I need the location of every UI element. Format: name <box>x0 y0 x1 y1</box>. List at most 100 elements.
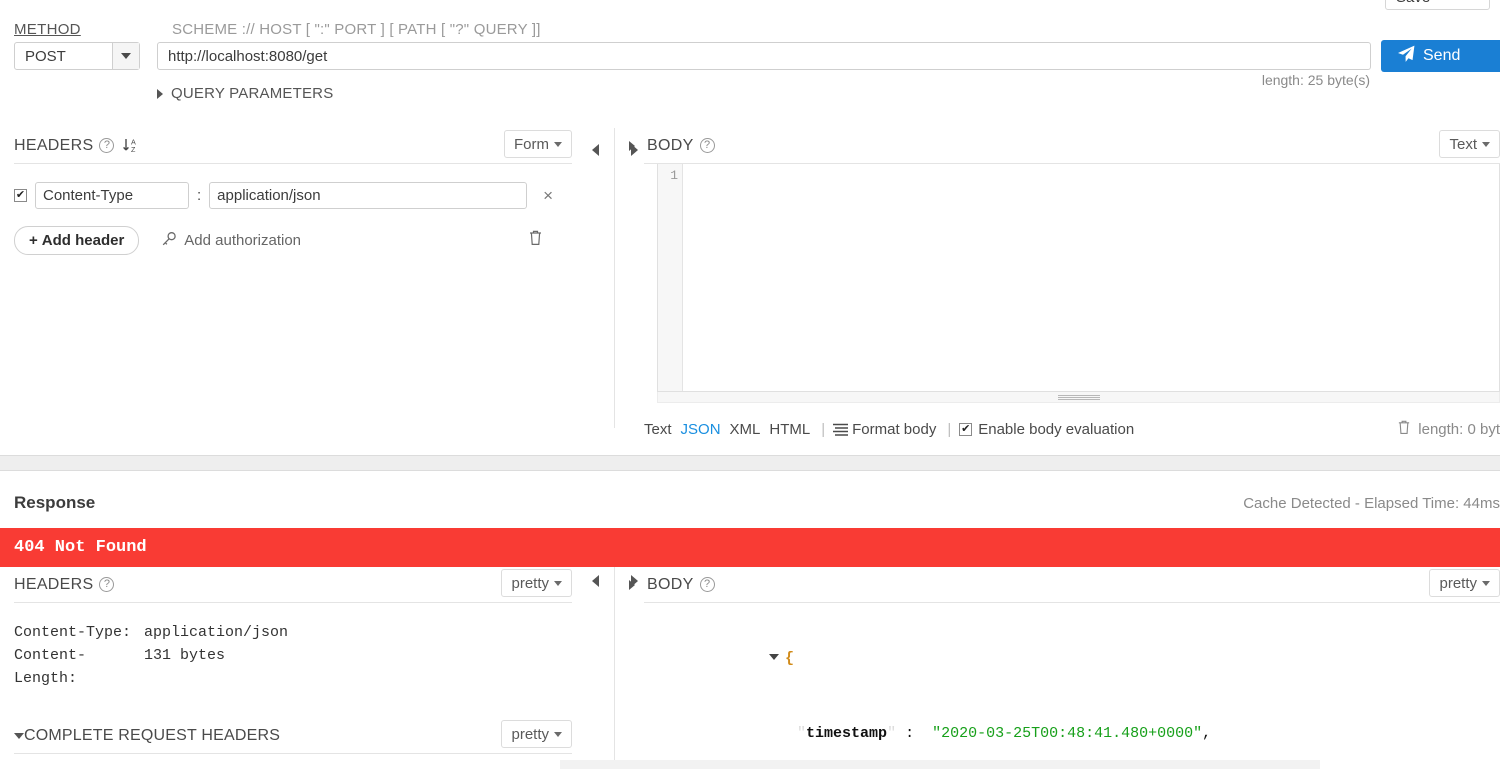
header-key-input[interactable] <box>35 182 189 209</box>
enable-body-evaluation-label: Enable body evaluation <box>978 420 1135 438</box>
request-panels: HEADERS ? A Z Form ✔ : <box>0 128 1500 453</box>
json-open-brace: { <box>785 650 795 667</box>
method-label: METHOD <box>14 21 81 38</box>
save-request-label: Save <box>1396 0 1430 6</box>
collapse-node-icon[interactable] <box>769 654 780 660</box>
request-body-title: BODY <box>647 136 694 154</box>
plus-icon: + <box>29 232 38 249</box>
request-body-editor[interactable]: 1 <box>657 164 1500 392</box>
trash-icon[interactable] <box>528 229 543 251</box>
request-vertical-divider <box>614 128 615 428</box>
request-panel-splitter <box>586 136 644 164</box>
collapse-left-icon[interactable] <box>592 575 599 587</box>
save-request-button[interactable]: Save <box>1385 0 1490 10</box>
json-value: "2020-03-25T00:48:41.480+0000" <box>932 725 1203 742</box>
complete-request-headers-view-mode[interactable]: pretty <box>501 720 572 748</box>
body-format-tab-json[interactable]: JSON <box>681 421 721 438</box>
response-header-value: application/json <box>144 624 289 641</box>
editor-text-area[interactable] <box>683 164 1499 391</box>
remove-header-button[interactable]: × <box>543 186 553 206</box>
response-panel-splitter <box>586 575 644 587</box>
query-parameters-label: QUERY PARAMETERS <box>171 85 334 102</box>
response-headers-view-mode[interactable]: pretty <box>501 569 572 597</box>
grip-icon <box>1057 394 1100 400</box>
triangle-right-icon <box>157 88 163 99</box>
response-meta: Cache Detected - Elapsed Time: 44ms <box>1243 495 1500 512</box>
request-headers-view-mode[interactable]: Form <box>504 130 572 158</box>
question-circle-icon[interactable]: ? <box>99 138 115 153</box>
response-body-view-mode[interactable]: pretty <box>1429 569 1500 597</box>
triangle-right-icon[interactable] <box>629 579 635 590</box>
add-authorization-button[interactable]: Add authorization <box>161 231 301 251</box>
response-body-title: BODY <box>647 575 694 593</box>
enable-body-evaluation-checkbox[interactable]: ✔ <box>959 422 973 436</box>
json-comma: , <box>1202 725 1212 742</box>
header-value-input[interactable] <box>209 182 528 209</box>
json-key: timestamp <box>806 725 888 742</box>
url-format-hint: SCHEME :// HOST [ ":" PORT ] [ PATH [ "?… <box>172 21 541 38</box>
sort-alpha-asc-icon[interactable]: A Z <box>122 137 139 154</box>
request-headers-header: HEADERS ? A Z Form <box>14 128 572 164</box>
body-format-tab-xml[interactable]: XML <box>730 421 761 438</box>
response-header-value: 131 bytes <box>144 647 226 664</box>
query-parameters-toggle[interactable]: QUERY PARAMETERS <box>157 85 333 102</box>
app-root: Save METHOD SCHEME :// HOST [ ":" PORT ]… <box>0 0 1500 769</box>
request-toolbar: Save METHOD SCHEME :// HOST [ ":" PORT ]… <box>0 0 1500 110</box>
url-input[interactable] <box>157 42 1371 70</box>
body-format-tab-html[interactable]: HTML <box>769 421 810 438</box>
question-circle-icon[interactable]: ? <box>99 577 115 592</box>
key-icon <box>161 231 177 251</box>
json-root-line: { <box>661 621 1500 696</box>
response-headers-header: HEADERS ? pretty <box>14 567 572 603</box>
question-circle-icon[interactable]: ? <box>699 138 715 153</box>
response-headers-panel: HEADERS ? pretty Content-Type: applicati… <box>0 567 586 754</box>
json-key-quote: " <box>797 725 807 742</box>
response-body-header: BODY ? pretty <box>629 567 1500 603</box>
format-lines-icon[interactable] <box>833 423 849 436</box>
format-body-button[interactable]: Format body <box>852 421 936 438</box>
header-separator: : <box>197 187 202 204</box>
add-header-label: Add header <box>41 232 125 249</box>
svg-text:Z: Z <box>131 145 136 154</box>
triangle-right-icon[interactable] <box>629 140 635 151</box>
add-header-button[interactable]: + Add header <box>14 226 140 255</box>
response-headers-list: Content-Type: application/json Content-L… <box>14 621 572 690</box>
request-body-header: BODY ? Text <box>629 128 1500 164</box>
chevron-down-icon <box>1482 580 1490 586</box>
method-selected-value: POST <box>25 47 66 65</box>
toolbar-separator-2: | <box>947 420 952 438</box>
request-body-length-group: length: 0 byt <box>1397 419 1500 439</box>
response-header-row: Content-Type: application/json <box>14 621 572 644</box>
response-headers-title: HEADERS <box>14 575 94 593</box>
trash-icon[interactable] <box>1397 419 1411 439</box>
method-select[interactable]: POST <box>14 42 140 70</box>
response-title: Response <box>14 493 96 512</box>
header-actions: + Add header Add authorization <box>14 226 572 255</box>
request-headers-view-mode-label: Form <box>514 135 549 153</box>
body-format-tab-text[interactable]: Text <box>644 421 672 438</box>
question-circle-icon[interactable]: ? <box>699 577 715 592</box>
editor-resize-handle[interactable] <box>657 392 1500 403</box>
method-dropdown-toggle[interactable] <box>112 43 139 69</box>
send-button[interactable]: Send <box>1381 40 1500 72</box>
response-header-row: Content-Length: 131 bytes <box>14 644 572 690</box>
horizontal-scrollbar[interactable] <box>560 760 1320 769</box>
paper-plane-icon <box>1397 45 1415 68</box>
complete-request-headers-section[interactable]: COMPLETE REQUEST HEADERS pretty <box>14 718 572 754</box>
response-body-panel: BODY ? pretty { "timestamp" : "2020-03-2… <box>629 567 1500 769</box>
request-body-view-mode[interactable]: Text <box>1439 130 1500 158</box>
url-length-hint: length: 25 byte(s) <box>1261 72 1370 88</box>
header-enabled-checkbox[interactable]: ✔ <box>14 189 27 202</box>
collapse-left-icon[interactable] <box>592 144 599 156</box>
chevron-down-icon <box>554 580 562 586</box>
request-body-view-mode-label: Text <box>1449 135 1477 153</box>
chevron-down-icon <box>1482 141 1490 147</box>
response-vertical-divider <box>614 567 615 769</box>
send-button-label: Send <box>1423 47 1461 64</box>
add-authorization-label: Add authorization <box>184 232 302 249</box>
request-headers-title: HEADERS <box>14 136 94 154</box>
response-header: Response Cache Detected - Elapsed Time: … <box>0 471 1500 528</box>
chevron-down-icon <box>554 141 562 147</box>
json-line: "timestamp" : "2020-03-25T00:48:41.480+0… <box>689 696 1500 769</box>
response-body-json: { "timestamp" : "2020-03-25T00:48:41.480… <box>661 621 1500 769</box>
